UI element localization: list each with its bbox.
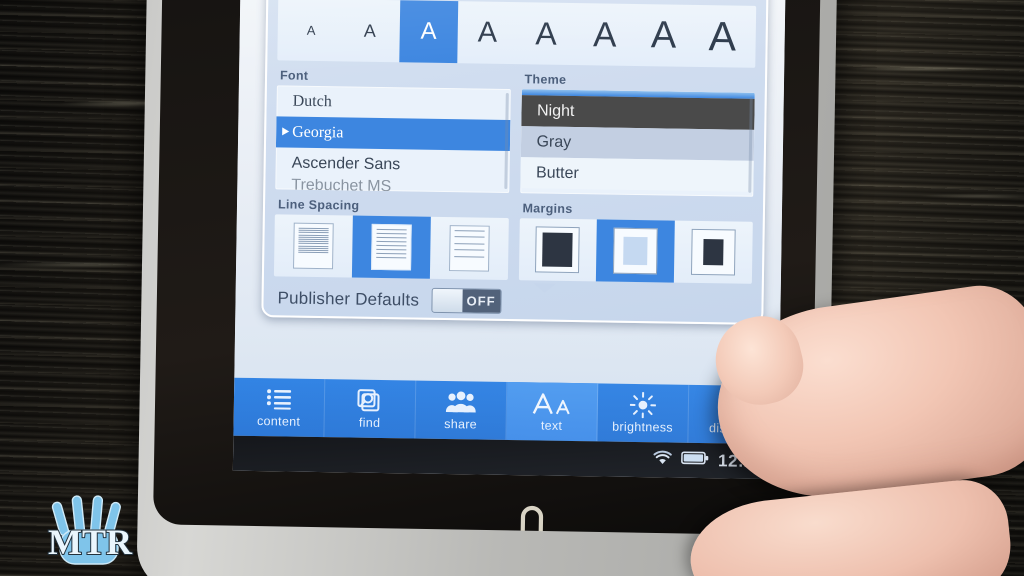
toolbar-item-content[interactable]: content [233, 377, 326, 438]
margins-option-narrow[interactable] [518, 218, 597, 281]
theme-option-label: Butter [535, 164, 579, 183]
font-option-ascender-sans[interactable]: Ascender Sans [275, 147, 509, 182]
line-spacing-thumbnail [370, 223, 412, 271]
toolbar-item-label: text [540, 418, 563, 433]
margins-thumbnail [535, 226, 581, 274]
size-option-glyph: A [708, 12, 737, 60]
font-option-label: Trebuchet MS [291, 178, 392, 193]
size-option-glyph: A [306, 22, 316, 38]
margins-thumbnail [613, 227, 658, 275]
size-option-4[interactable]: A [458, 1, 518, 64]
sun-icon [629, 391, 657, 418]
line-spacing-selector[interactable] [273, 214, 509, 280]
font-option-georgia[interactable]: Georgia [275, 116, 510, 151]
toolbar-item-label: brightness [612, 419, 674, 435]
nook-home-button[interactable] [512, 500, 553, 535]
theme-list[interactable]: Night Gray Butter [519, 89, 755, 197]
line-spacing-option-medium[interactable] [351, 215, 431, 279]
play-caret-icon [282, 127, 290, 136]
toolbar-item-find[interactable]: find [324, 379, 417, 439]
wifi-icon [653, 450, 672, 470]
toolbar-item-label: find [358, 415, 381, 430]
margins-option-medium[interactable] [596, 219, 675, 283]
font-option-dutch[interactable]: Dutch [276, 85, 510, 120]
battery-icon [681, 451, 709, 470]
publisher-defaults-label: Publisher Defaults [277, 287, 420, 310]
people-icon [445, 390, 476, 414]
text-settings-panel: Size AAAAAAAA Font DutchGeorgiaAscender … [261, 0, 769, 325]
margins-option-wide[interactable] [674, 221, 753, 284]
line-spacing-thumbnail [292, 222, 334, 270]
size-option-8[interactable]: A [692, 5, 752, 68]
reader-toolbar: contentfindsharetextbrightnessdiscover [233, 377, 780, 445]
margins-selector[interactable] [518, 218, 753, 284]
font-size-selector[interactable]: AAAAAAAA [277, 0, 757, 68]
toolbar-item-label: content [256, 413, 301, 429]
size-option-glyph: A [363, 20, 377, 41]
size-option-6[interactable]: A [575, 3, 635, 66]
line-spacing-thumbnail [448, 225, 490, 272]
size-option-7[interactable]: A [634, 4, 694, 67]
size-option-glyph: A [535, 15, 558, 52]
theme-option-label: Night [536, 102, 575, 121]
size-option-1[interactable]: A [281, 0, 341, 61]
toolbar-item-text[interactable]: text [506, 381, 599, 442]
size-option-3[interactable]: A [398, 0, 459, 64]
watermark-text: MTR [48, 522, 133, 562]
theme-option-night[interactable]: Night [520, 95, 755, 130]
toggle-knob [431, 288, 463, 313]
toggle-state-label: OFF [461, 289, 501, 313]
panel-pointer-notch [533, 283, 556, 293]
size-option-glyph: A [592, 14, 617, 55]
publisher-defaults-toggle[interactable]: OFF [430, 287, 502, 314]
toolbar-item-share[interactable]: share [415, 380, 508, 440]
text-aa-icon [531, 391, 573, 416]
search-pages-icon [357, 388, 383, 412]
font-option-trebuchet-ms[interactable]: Trebuchet MS [275, 178, 509, 193]
theme-option-butter[interactable]: Butter [519, 157, 754, 192]
list-icon [266, 387, 292, 411]
size-option-5[interactable]: A [516, 2, 576, 65]
line-spacing-option-tight[interactable] [274, 214, 353, 277]
size-option-2[interactable]: A [340, 0, 400, 62]
font-option-label: Dutch [292, 92, 332, 111]
mtr-watermark: MTR [34, 492, 146, 574]
size-option-glyph: A [420, 17, 437, 45]
theme-option-gray[interactable]: Gray [520, 126, 755, 161]
toolbar-item-label: share [444, 416, 478, 432]
size-option-glyph: A [477, 15, 498, 49]
font-option-label: Georgia [292, 123, 344, 142]
size-option-glyph: A [650, 14, 677, 57]
margins-thumbnail [691, 228, 736, 276]
toolbar-item-brightness[interactable]: brightness [597, 383, 690, 443]
publisher-defaults-row: Publisher Defaults OFF [273, 285, 751, 318]
theme-option-label: Gray [536, 133, 572, 151]
font-option-label: Ascender Sans [291, 154, 401, 174]
tablet-screen: put out to dry on the grilles and balcon… [232, 0, 787, 480]
font-list[interactable]: Dutch Georgia Ascender Sans Trebuchet MS [275, 85, 511, 193]
line-spacing-option-loose[interactable] [430, 217, 509, 280]
